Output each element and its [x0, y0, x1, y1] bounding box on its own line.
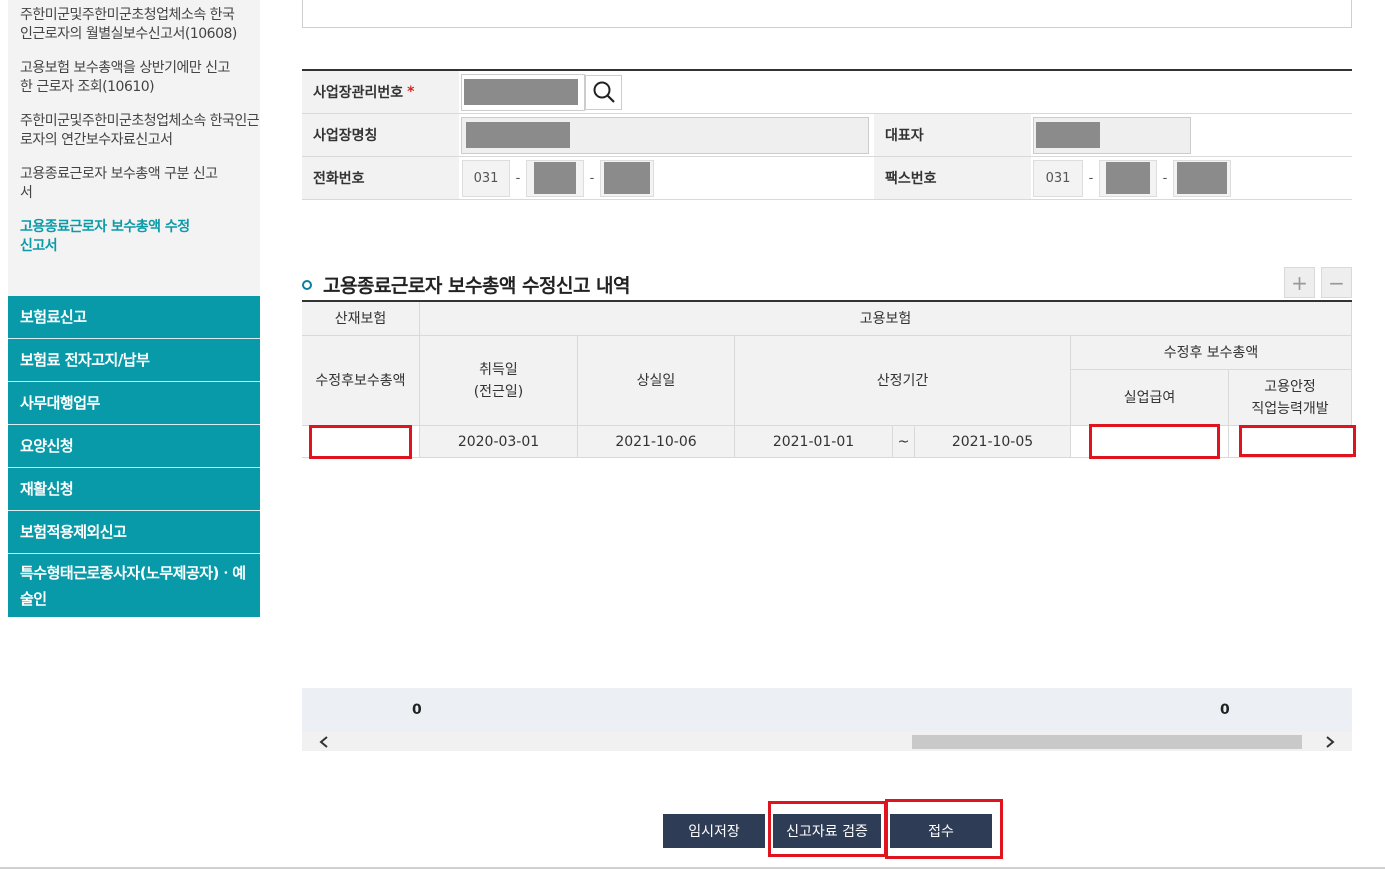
fax-label: 팩스번호: [874, 157, 1031, 199]
header-sanjae: 산재보험: [302, 302, 420, 336]
unemployment-amount-input[interactable]: [1089, 424, 1220, 459]
sidebar-sub-item-half-year-query[interactable]: 고용보험 보수총액을 상반기에만 신고한 근로자 조회(10610): [20, 59, 242, 97]
sidebar-sub-item-monthly-usfk[interactable]: 주한미군및주한미군초청업체소속 한국인근로자의 월별실보수신고서(10608): [20, 6, 242, 44]
header-loss-date: 상실일: [578, 336, 735, 426]
add-row-button[interactable]: +: [1284, 267, 1315, 298]
sidebar: 주한미군및주한미군초청업체소속 한국인근로자의 월별실보수신고서(10608) …: [8, 0, 260, 617]
section-title: 고용종료근로자 보수총액 수정신고 내역: [302, 271, 631, 298]
fax-dash: -: [1088, 170, 1094, 186]
biz-name-field: [461, 116, 869, 154]
biz-mgmt-no-input[interactable]: [461, 73, 585, 111]
search-button[interactable]: [585, 74, 622, 110]
phone-last: [600, 159, 654, 197]
masked-value: [466, 122, 570, 148]
fax-area-code: 031: [1033, 159, 1083, 197]
form-row-biz-mgmt-no: 사업장관리번호 *: [302, 71, 1352, 114]
business-info-form: 사업장관리번호 * 사업장명칭 대표자 전화번호 031 - - 팩스번호 03…: [302, 69, 1352, 200]
cell-period-tilde: ~: [893, 426, 915, 458]
submit-button[interactable]: 접수: [890, 814, 992, 848]
scroll-right-icon[interactable]: [1320, 732, 1340, 751]
cell-period-start: 2021-01-01: [735, 426, 893, 458]
stability-amount-input[interactable]: [1239, 425, 1356, 457]
form-row-phone-fax: 전화번호 031 - - 팩스번호 031 - -: [302, 157, 1352, 200]
cell-loss-date: 2021-10-06: [578, 426, 735, 458]
sidebar-item-premium-report[interactable]: 보험료신고: [8, 296, 260, 339]
scroll-left-icon[interactable]: [314, 732, 334, 751]
phone-dash: -: [589, 170, 595, 186]
fax-last: [1173, 159, 1231, 197]
sidebar-sub-item-terminated-correction[interactable]: 고용종료근로자 보수총액 수정신고서: [20, 218, 190, 256]
header-period: 산정기간: [735, 336, 1071, 426]
biz-name-label: 사업장명칭: [302, 114, 459, 156]
header-acquire-date: 취득일 (전근일): [420, 336, 578, 426]
phone-dash: -: [515, 170, 521, 186]
sidebar-item-exemption-report[interactable]: 보험적용제외신고: [8, 511, 260, 554]
header-goyong: 고용보험: [420, 302, 1352, 336]
representative-label: 대표자: [874, 114, 1031, 156]
bullet-icon: [302, 279, 312, 290]
cell-period-end: 2021-10-05: [915, 426, 1071, 458]
sidebar-item-rehab-request[interactable]: 재활신청: [8, 468, 260, 511]
sidebar-sub-menu: 주한미군및주한미군초청업체소속 한국인근로자의 월별실보수신고서(10608) …: [8, 0, 260, 296]
horizontal-scrollbar[interactable]: [302, 732, 1352, 751]
verify-button[interactable]: 신고자료 검증: [773, 814, 881, 848]
fax-middle: [1099, 159, 1157, 197]
phone-area-code: 031: [462, 159, 510, 197]
sidebar-item-special-workers[interactable]: 특수형태근로종사자(노무제공자)ㆍ예술인: [8, 554, 260, 617]
scrollbar-thumb[interactable]: [912, 735, 1302, 749]
representative-field: [1033, 116, 1191, 154]
summary-total-left: 0: [412, 702, 422, 718]
sidebar-item-agency-work[interactable]: 사무대행업무: [8, 382, 260, 425]
masked-value: [1036, 122, 1100, 148]
sidebar-sub-item-annual-usfk[interactable]: 주한미군및주한미군초청업체소속 한국인근로자의 연간보수자료신고서: [20, 112, 260, 150]
header-after-total: 수정후 보수총액: [1071, 336, 1352, 370]
summary-total-right: 0: [1220, 702, 1230, 718]
phone-middle: [526, 159, 584, 197]
sanjae-amount-input[interactable]: [309, 425, 412, 459]
sidebar-sub-item-terminated-split[interactable]: 고용종료근로자 보수총액 구분 신고서: [20, 165, 220, 203]
remove-row-button[interactable]: −: [1321, 267, 1352, 298]
header-unemployment: 실업급여: [1071, 370, 1229, 426]
header-sanjae-amount: 수정후보수총액: [302, 336, 420, 426]
masked-value: [464, 79, 578, 105]
sidebar-item-care-request[interactable]: 요양신청: [8, 425, 260, 468]
sidebar-item-e-notice-payment[interactable]: 보험료 전자고지/납부: [8, 339, 260, 382]
cell-acquire-date: 2020-03-01: [420, 426, 578, 458]
fax-dash: -: [1162, 170, 1168, 186]
biz-mgmt-no-label: 사업장관리번호 *: [302, 71, 459, 113]
header-stability: 고용안정 직업능력개발: [1229, 370, 1352, 426]
notice-box: [302, 0, 1352, 28]
phone-label: 전화번호: [302, 157, 459, 199]
search-icon: [593, 81, 615, 103]
form-row-biz-name: 사업장명칭 대표자: [302, 114, 1352, 157]
summary-row: 0 0: [302, 688, 1352, 732]
temp-save-button[interactable]: 임시저장: [663, 814, 765, 848]
required-mark: *: [407, 84, 415, 100]
